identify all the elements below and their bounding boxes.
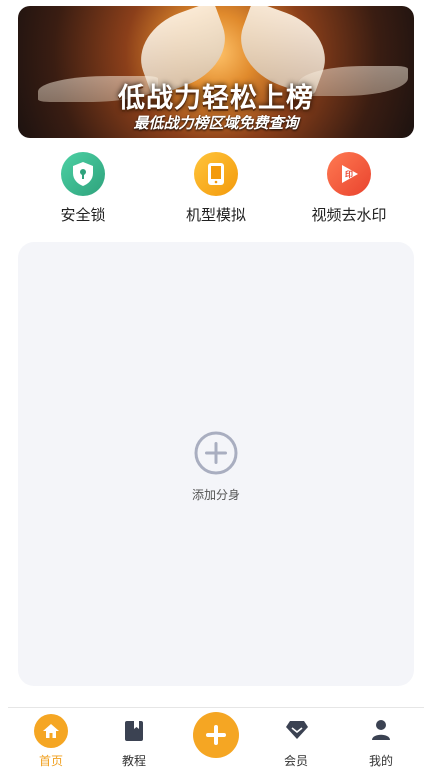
tab-label: 首页 — [38, 754, 63, 768]
shield-lock-icon — [61, 152, 105, 196]
home-icon — [34, 714, 68, 748]
tool-safety-lock[interactable]: 安全锁 — [23, 152, 143, 225]
add-circle-icon — [194, 431, 238, 475]
svg-text:印: 印 — [345, 169, 353, 179]
video-watermark-icon: 印 — [327, 152, 371, 196]
tool-label: 安全锁 — [60, 206, 106, 224]
tool-video-watermark[interactable]: 印 视频去水印 — [289, 152, 409, 225]
person-icon — [371, 719, 391, 745]
add-clone-button[interactable]: 添加分身 — [18, 430, 414, 503]
tool-shortcuts: 安全锁 机型模拟 印 视频去水印 — [0, 152, 432, 225]
tab-label: 我的 — [368, 754, 393, 768]
tab-label: 会员 — [283, 754, 308, 768]
promo-banner[interactable]: 低战力轻松上榜 最低战力榜区域免费查询 — [18, 6, 414, 138]
tool-device-simulation[interactable]: 机型模拟 — [156, 152, 276, 225]
clone-list-card: 添加分身 — [18, 242, 414, 686]
plus-icon — [193, 712, 239, 758]
tab-label: 教程 — [121, 754, 146, 768]
add-clone-label: 添加分身 — [191, 488, 240, 502]
book-icon — [124, 720, 144, 746]
tool-label: 机型模拟 — [185, 206, 246, 224]
bottom-tab-bar: 首页 教程 会员 我的 — [8, 707, 424, 769]
tool-label: 视频去水印 — [311, 206, 387, 224]
banner-title: 低战力轻松上榜 — [118, 83, 314, 114]
banner-subtitle: 最低战力榜区域免费查询 — [133, 114, 299, 132]
tablet-icon — [194, 152, 238, 196]
diamond-icon — [285, 720, 309, 744]
